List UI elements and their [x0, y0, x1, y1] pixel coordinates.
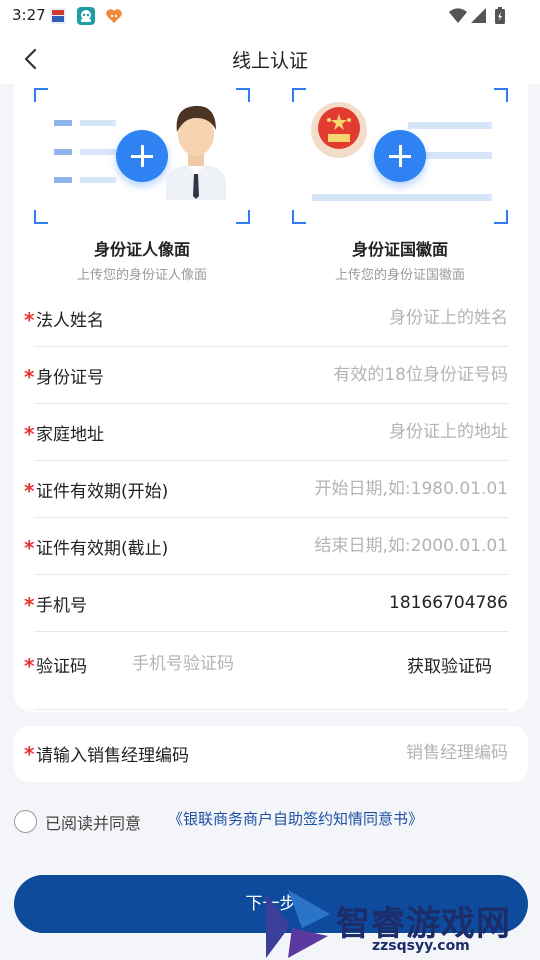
verification-row: * 验证码 获取验证码: [24, 636, 508, 710]
watermark-logo-icon: [266, 890, 330, 958]
portrait-upload-title: 身份证人像面: [93, 240, 190, 259]
page-title: 线上认证: [231, 50, 308, 72]
legal-name-label: 法人姓名: [36, 311, 104, 331]
required-mark: *: [24, 593, 35, 617]
valid-start-label: 证件有效期(开始): [36, 482, 169, 502]
phone-label: 手机号: [36, 596, 87, 616]
home-address-input[interactable]: [218, 416, 508, 448]
person-portrait-icon: [166, 105, 226, 200]
required-mark: *: [24, 479, 35, 503]
agreement-text: 已阅读并同意: [45, 814, 142, 833]
wifi-icon: [448, 6, 468, 30]
frame-corner: [494, 88, 508, 102]
required-mark: *: [24, 742, 35, 766]
watermark-url: zzsqsyy.com: [372, 938, 470, 954]
id-portrait-upload[interactable]: 身份证人像面 上传您的身份证人像面: [34, 88, 250, 306]
status-bar: 3:27: [0, 0, 540, 34]
required-mark: *: [24, 654, 35, 678]
row-divider: [34, 631, 508, 632]
portrait-upload-subtitle: 上传您的身份证人像面: [76, 268, 207, 283]
valid-end-row: * 证件有效期(截止): [24, 518, 508, 575]
add-portrait-button[interactable]: [116, 130, 168, 182]
frame-corner: [292, 210, 306, 224]
agreement-row: 已阅读并同意 《银联商务商户自助签约知情同意书》: [14, 808, 528, 836]
id-number-row: * 身份证号: [24, 347, 508, 404]
frame-corner: [494, 210, 508, 224]
legal-name-row: * 法人姓名: [24, 290, 508, 347]
required-mark: *: [24, 422, 35, 446]
valid-start-input[interactable]: [218, 473, 508, 505]
add-emblem-button[interactable]: [374, 130, 426, 182]
phone-row: * 手机号: [24, 575, 508, 632]
valid-end-input[interactable]: [218, 530, 508, 562]
phone-input[interactable]: [218, 587, 508, 619]
home-address-row: * 家庭地址: [24, 404, 508, 461]
frame-corner: [34, 88, 48, 102]
app-notification-icon-3: [104, 6, 124, 26]
required-mark: *: [24, 308, 35, 332]
frame-corner: [292, 88, 306, 102]
id-emblem-upload[interactable]: 身份证国徽面 上传您的身份证国徽面: [292, 88, 508, 306]
valid-end-label: 证件有效期(截止): [36, 539, 169, 559]
frame-corner: [34, 210, 48, 224]
sales-manager-card: * 请输入销售经理编码: [14, 726, 528, 782]
home-address-label: 家庭地址: [36, 425, 104, 445]
battery-icon: [494, 6, 506, 30]
emblem-upload-subtitle: 上传您的身份证国徽面: [334, 268, 465, 283]
signal-icon: [470, 6, 488, 30]
verification-code-input[interactable]: [132, 648, 312, 680]
app-notification-icon-1: [48, 6, 68, 26]
get-code-button[interactable]: 获取验证码: [407, 652, 492, 677]
row-divider: [34, 709, 508, 710]
id-number-label: 身份证号: [36, 368, 104, 388]
sales-manager-input[interactable]: [308, 737, 508, 769]
sales-manager-row: * 请输入销售经理编码: [24, 726, 508, 782]
emblem-upload-title: 身份证国徽面: [351, 240, 448, 259]
form-card: 身份证人像面 上传您的身份证人像面 身份证国徽面 上传您的身份证国徽面 * 法人…: [14, 84, 528, 712]
required-mark: *: [24, 365, 35, 389]
valid-start-row: * 证件有效期(开始): [24, 461, 508, 518]
agreement-link[interactable]: 《银联商务商户自助签约知情同意书》: [168, 808, 423, 829]
header: 线上认证: [0, 34, 540, 84]
frame-corner: [236, 88, 250, 102]
id-number-input[interactable]: [218, 359, 508, 391]
agreement-checkbox[interactable]: [14, 810, 37, 833]
legal-name-input[interactable]: [218, 302, 508, 334]
sales-manager-label: 请输入销售经理编码: [36, 746, 189, 766]
status-time: 3:27: [12, 6, 46, 24]
app-notification-icon-2: [76, 6, 96, 26]
frame-corner: [236, 210, 250, 224]
required-mark: *: [24, 536, 35, 560]
verification-label: 验证码: [36, 657, 87, 677]
